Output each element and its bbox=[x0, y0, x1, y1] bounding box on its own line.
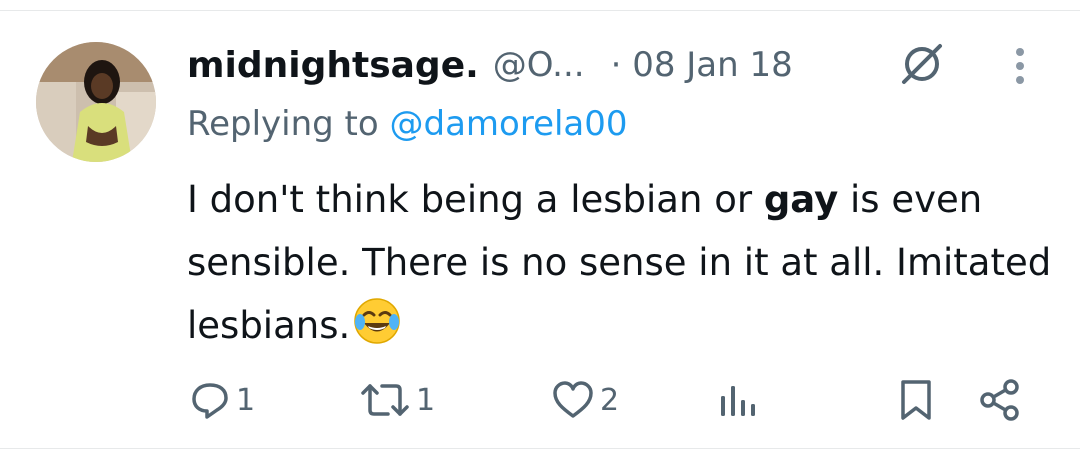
top-divider bbox=[0, 10, 1080, 11]
replying-to: Replying to @damorela00 bbox=[187, 104, 628, 144]
bookmark-button[interactable] bbox=[898, 372, 934, 428]
reply-button[interactable]: 1 bbox=[190, 372, 255, 428]
retweet-count: 1 bbox=[416, 382, 436, 418]
action-bar: 1 1 2 bbox=[0, 372, 1080, 428]
bottom-divider bbox=[0, 448, 1080, 449]
avatar[interactable] bbox=[36, 42, 156, 162]
like-button[interactable]: 2 bbox=[552, 372, 619, 428]
retweet-icon bbox=[361, 384, 409, 416]
share-button[interactable] bbox=[978, 372, 1022, 428]
more-icon[interactable] bbox=[1006, 46, 1034, 86]
bookmark-icon bbox=[901, 380, 931, 420]
views-icon bbox=[721, 386, 755, 416]
user-handle[interactable]: @O... bbox=[493, 45, 585, 85]
share-icon bbox=[980, 379, 1019, 421]
like-count: 2 bbox=[600, 382, 620, 418]
edit-icon[interactable] bbox=[898, 40, 946, 88]
reply-handle-link[interactable]: @damorela00 bbox=[390, 104, 628, 144]
reply-icon bbox=[192, 383, 228, 419]
retweet-button[interactable]: 1 bbox=[360, 372, 435, 428]
display-name[interactable]: midnightsage. bbox=[187, 45, 479, 86]
tweet-text-part1: I don't think being a lesbian or bbox=[187, 178, 764, 221]
tweet-text-bold: gay bbox=[763, 178, 839, 221]
laughing-emoji-icon bbox=[352, 296, 402, 346]
tweet-text: I don't think being a lesbian or gay is … bbox=[187, 168, 1057, 357]
reply-count: 1 bbox=[236, 382, 256, 418]
timestamp[interactable]: · 08 Jan 18 bbox=[611, 45, 793, 85]
like-icon bbox=[553, 381, 593, 418]
views-button[interactable] bbox=[717, 372, 757, 428]
tweet-header: midnightsage. @O... · 08 Jan 18 bbox=[187, 40, 793, 90]
replying-to-label: Replying to bbox=[187, 104, 390, 144]
